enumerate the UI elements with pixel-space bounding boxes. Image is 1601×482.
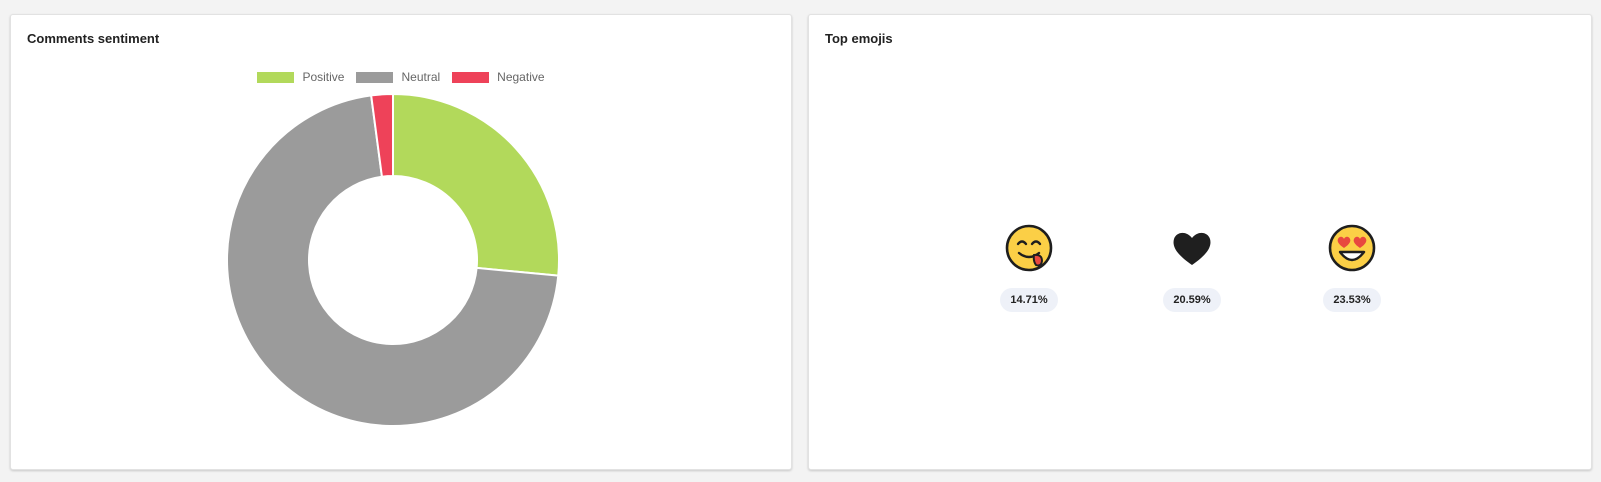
comments-sentiment-card: Comments sentiment Positive Neutral Nega… [10, 14, 792, 470]
emoji-item: 14.71% [989, 223, 1069, 312]
emoji-percent-badge: 14.71% [1000, 288, 1058, 312]
yum-face-icon [1005, 224, 1053, 272]
emoji-percent-badge: 23.53% [1323, 288, 1381, 312]
card-title: Top emojis [825, 31, 893, 46]
heart-eyes-face-icon [1328, 224, 1376, 272]
emoji-percent-badge: 20.59% [1163, 288, 1221, 312]
emoji-item: 23.53% [1312, 223, 1392, 312]
emoji-item: 20.59% [1152, 223, 1232, 312]
sentiment-donut-chart [226, 92, 560, 427]
black-heart-icon [1173, 232, 1211, 265]
top-emojis-card: Top emojis 14.71% 20.59% 23.53% [808, 14, 1592, 470]
donut-slice-positive[interactable] [392, 92, 560, 277]
